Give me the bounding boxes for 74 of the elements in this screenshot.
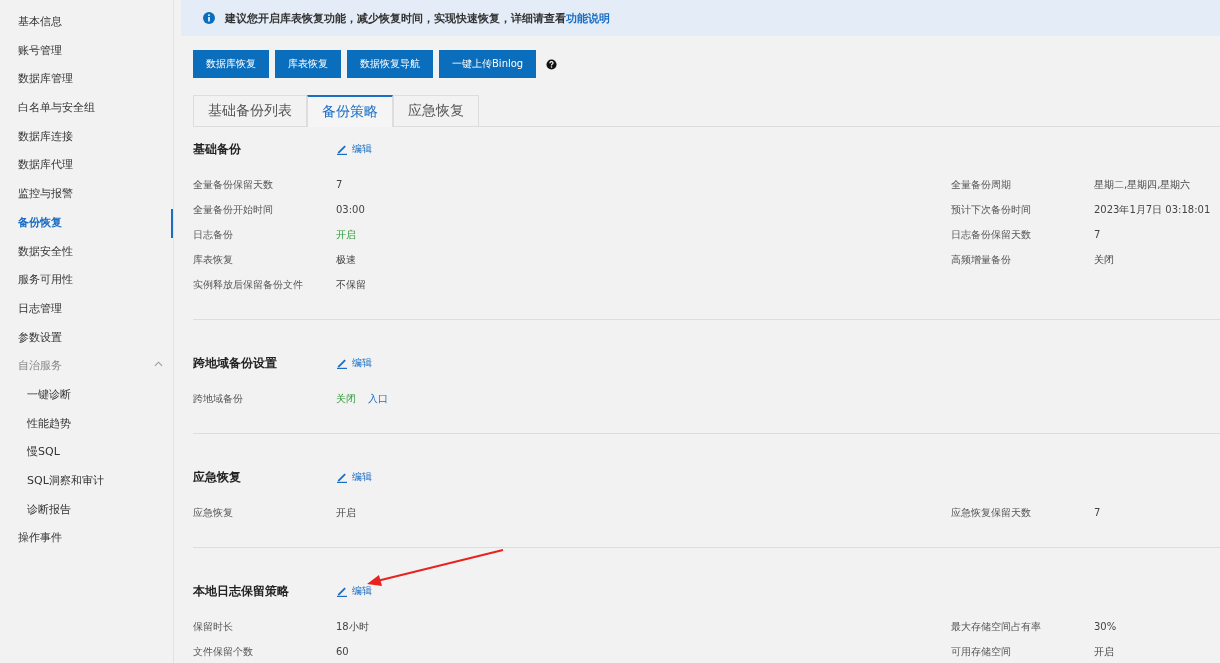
field-value: 开启	[1094, 644, 1114, 659]
pencil-icon[interactable]	[336, 357, 348, 369]
tab[interactable]: 备份策略	[307, 95, 393, 127]
sidebar-item[interactable]: 参数设置	[0, 323, 173, 353]
sidebar-subitem[interactable]: 诊断报告	[0, 495, 173, 525]
field-value: 星期二,星期四,星期六	[1094, 177, 1191, 192]
sidebar-item[interactable]: 数据安全性	[0, 237, 173, 267]
field-label: 应急恢复	[193, 505, 234, 520]
sidebar-subitem[interactable]: 慢SQL	[0, 438, 173, 467]
field-value: 60	[336, 646, 349, 657]
field-label: 全量备份周期	[951, 177, 1012, 192]
field-value: 18小时	[336, 619, 369, 634]
tab[interactable]: 应急恢复	[393, 95, 479, 126]
edit-link[interactable]: 编辑	[336, 584, 372, 598]
sidebar-item[interactable]: 数据库连接	[0, 122, 173, 152]
field-label: 全量备份开始时间	[193, 202, 274, 217]
field-label: 应急恢复保留天数	[951, 505, 1032, 520]
field-label: 跨地域备份	[193, 391, 244, 406]
field-label: 实例释放后保留备份文件	[193, 277, 304, 292]
pencil-icon[interactable]	[336, 143, 348, 155]
field-value: 2023年1月7日 03:18:01	[1094, 202, 1211, 217]
help-icon[interactable]	[546, 58, 558, 70]
field-label: 最大存储空间占有率	[951, 619, 1042, 634]
field-label: 文件保留个数	[193, 644, 254, 659]
sidebar-subitem[interactable]: SQL洞察和审计	[0, 467, 173, 496]
field-value: 7	[336, 179, 343, 190]
field-value: 不保留	[336, 277, 366, 292]
edit-link[interactable]: 编辑	[336, 470, 372, 484]
sidebar-subitem[interactable]: 一键诊断	[0, 380, 173, 410]
edit-link[interactable]: 编辑	[336, 356, 372, 370]
field-label: 全量备份保留天数	[193, 177, 274, 192]
sidebar-item[interactable]: 数据库代理	[0, 151, 173, 181]
sidebar-item[interactable]: 操作事件	[0, 524, 173, 554]
field-value: 03:00	[336, 204, 365, 215]
section-title: 本地日志保留策略	[193, 582, 290, 600]
section-title: 应急恢复	[193, 468, 242, 486]
action-button[interactable]: 库表恢复	[275, 50, 341, 78]
sidebar-item[interactable]: 服务可用性	[0, 266, 173, 295]
field-label: 保留时长	[193, 619, 234, 634]
pencil-icon[interactable]	[336, 585, 348, 597]
field-value: 7	[1094, 229, 1101, 240]
action-button[interactable]: 一键上传Binlog	[439, 50, 537, 78]
field-label: 日志备份保留天数	[951, 227, 1032, 242]
tab[interactable]: 基础备份列表	[193, 95, 307, 126]
field-label: 库表恢复	[193, 252, 234, 267]
sidebar-item[interactable]: 备份恢复	[0, 208, 173, 238]
section-title: 基础备份	[193, 140, 242, 158]
pencil-icon[interactable]	[336, 471, 348, 483]
section-title: 跨地域备份设置	[193, 354, 278, 372]
sidebar-item[interactable]: 账号管理	[0, 36, 173, 66]
field-label: 预计下次备份时间	[951, 202, 1032, 217]
field-label: 可用存储空间	[951, 644, 1012, 659]
field-value: 开启	[336, 505, 356, 520]
notice-text: 建议您开启库表恢复功能，减少恢复时间，实现快速恢复，详细请查看功能说明	[225, 10, 610, 26]
feature-link[interactable]: 功能说明	[566, 11, 610, 25]
action-button[interactable]: 数据库恢复	[193, 50, 269, 78]
edit-link[interactable]: 编辑	[336, 142, 372, 156]
field-label: 高频增量备份	[951, 252, 1012, 267]
field-label: 日志备份	[193, 227, 234, 242]
field-value: 30%	[1094, 621, 1117, 632]
field-value: 开启	[336, 227, 356, 242]
entry-link[interactable]: 入口	[368, 391, 388, 406]
field-value: 极速	[336, 252, 356, 267]
sidebar-item[interactable]: 日志管理	[0, 294, 173, 324]
sidebar-item[interactable]: 白名单与安全组	[0, 94, 173, 123]
sidebar-item[interactable]: 监控与报警	[0, 180, 173, 209]
field-value: 关闭	[1094, 252, 1114, 267]
sidebar-item[interactable]: 数据库管理	[0, 65, 173, 95]
sidebar-subitem[interactable]: 性能趋势	[0, 409, 173, 439]
action-button[interactable]: 数据恢复导航	[347, 50, 433, 78]
field-value: 关闭	[336, 391, 356, 406]
field-value: 7	[1094, 507, 1101, 518]
info-icon	[203, 12, 215, 24]
sidebar-item[interactable]: 基本信息	[0, 8, 173, 37]
